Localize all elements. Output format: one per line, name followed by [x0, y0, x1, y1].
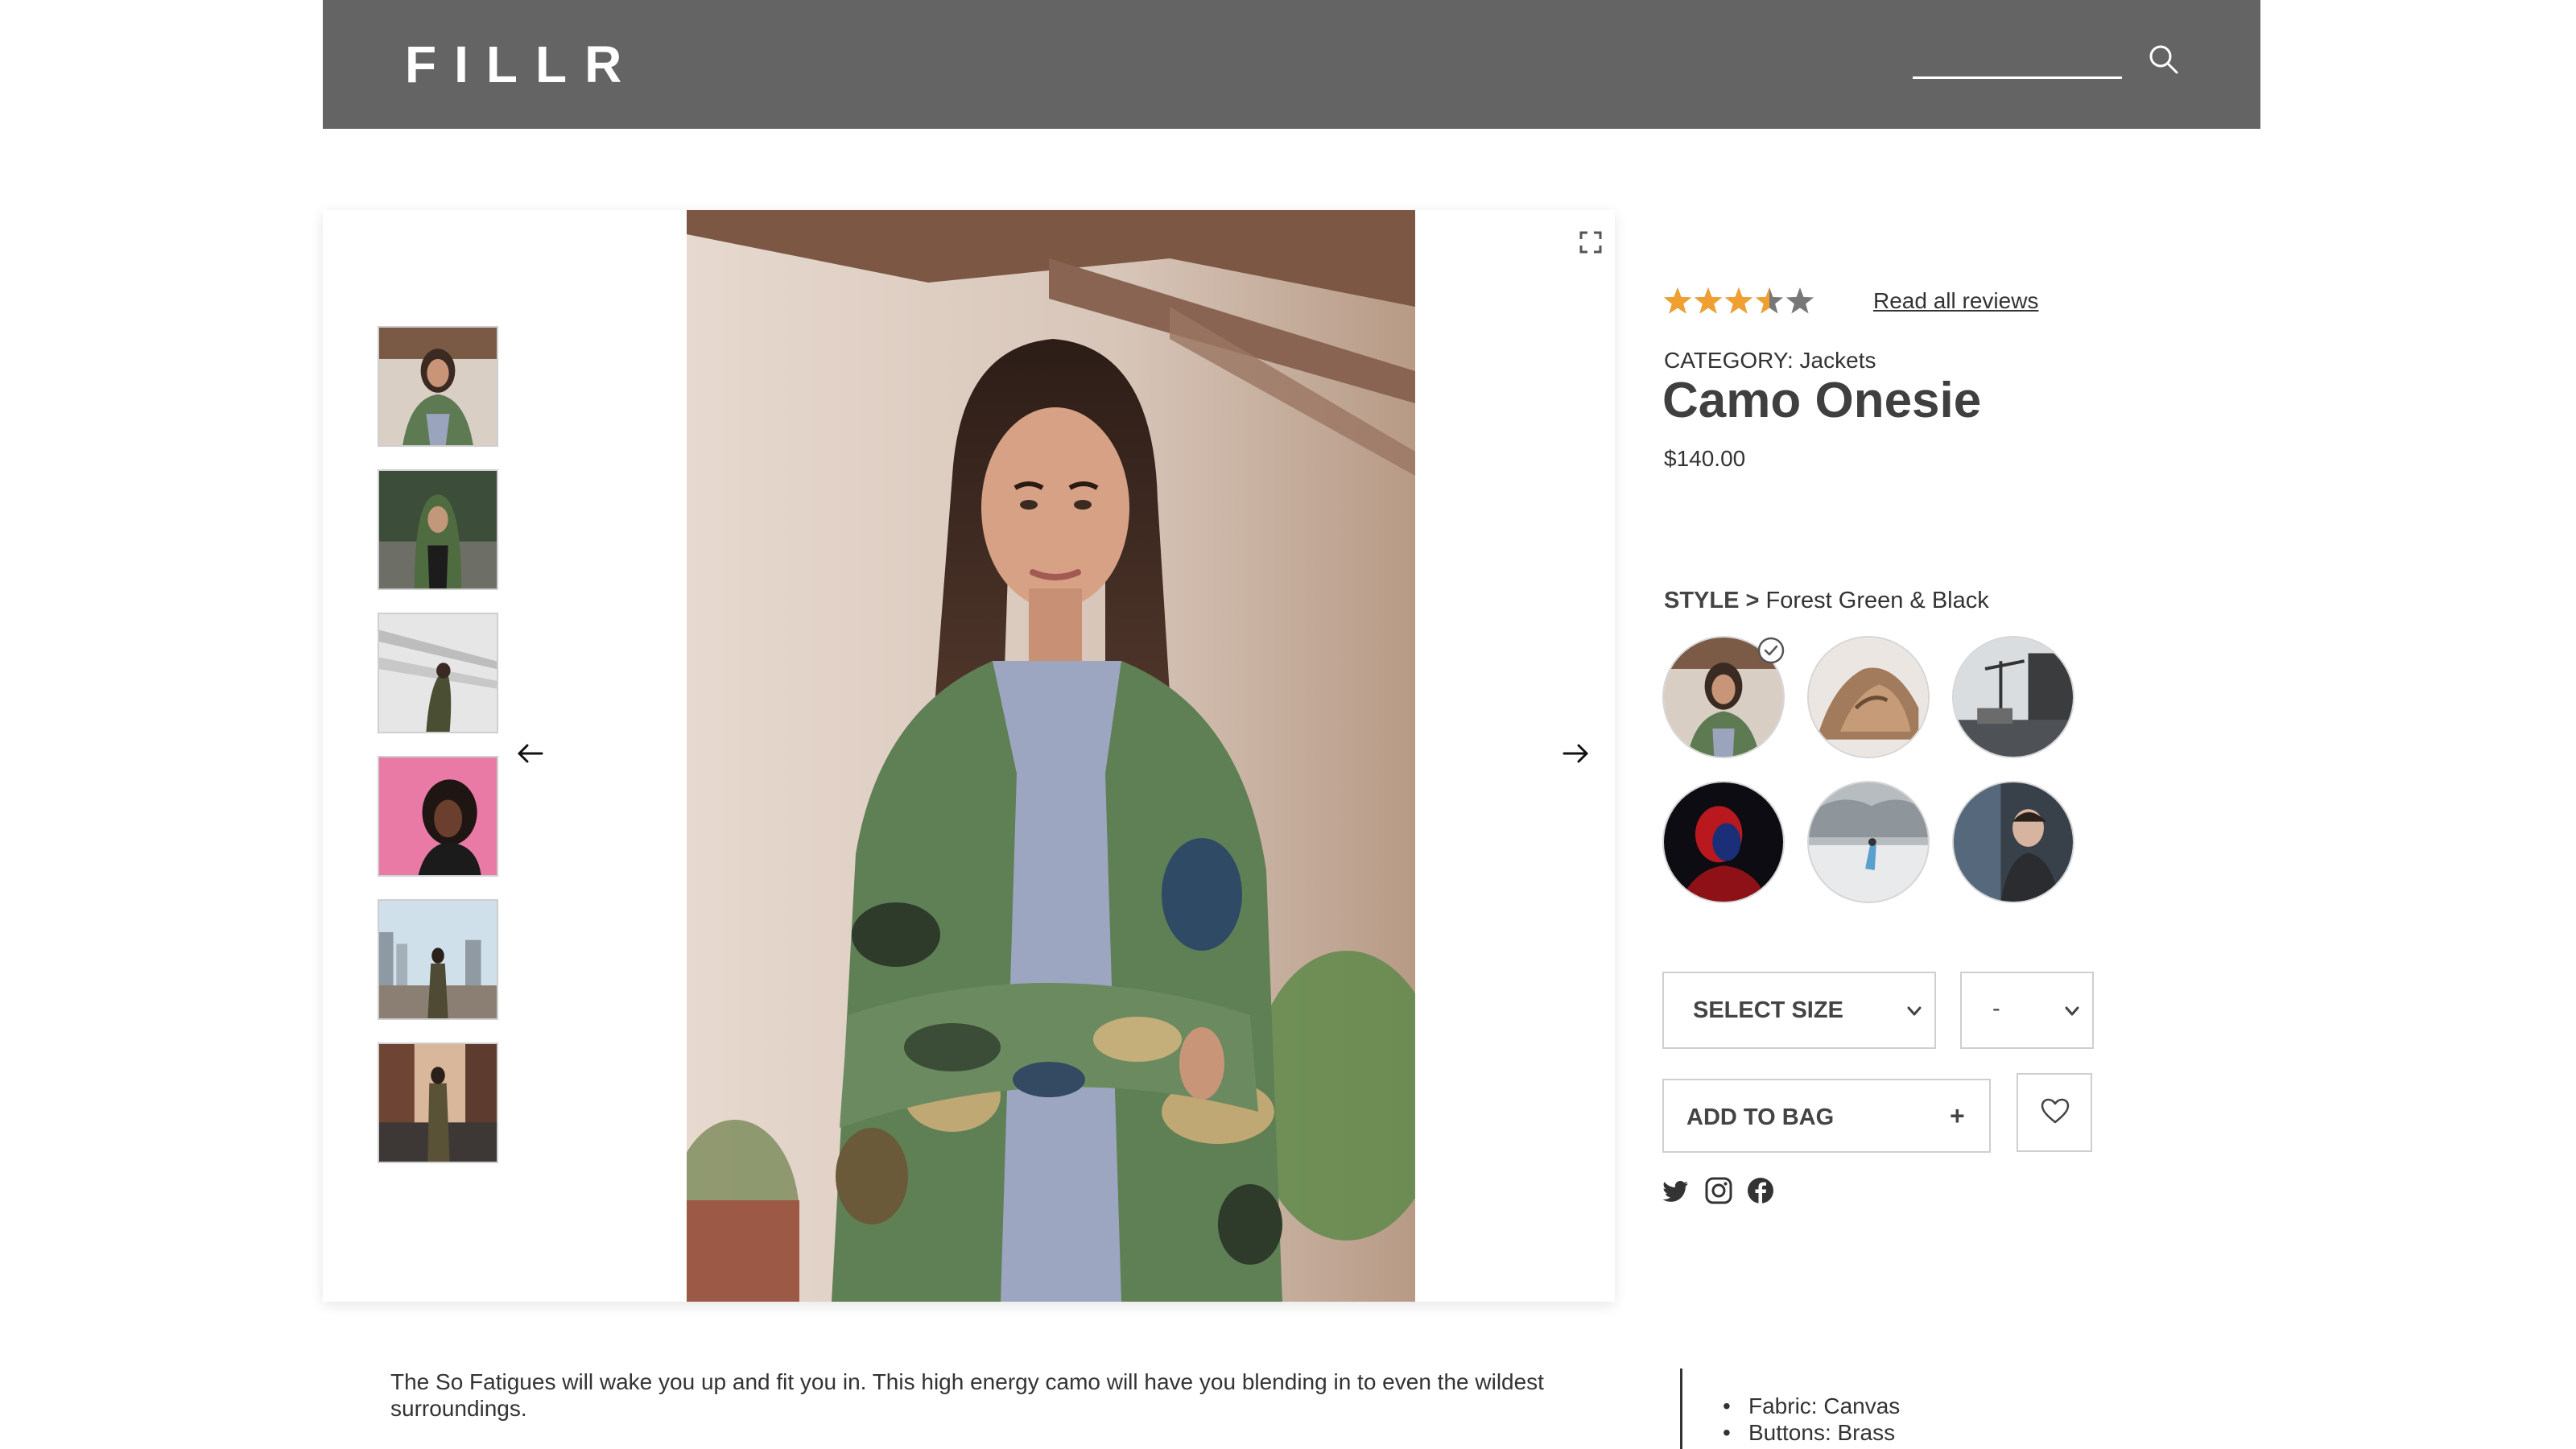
thumbnail-pink-portrait[interactable]: [378, 756, 498, 877]
product-price: $140.00: [1664, 446, 1746, 471]
style-heading: STYLE >: [1664, 588, 1760, 613]
swatch-street[interactable]: [1952, 781, 2074, 903]
facebook-icon[interactable]: [1746, 1176, 1775, 1205]
main-product-image[interactable]: [687, 210, 1415, 1302]
chevron-down-icon: [2065, 1006, 2079, 1016]
swatch-red-neon[interactable]: [1662, 781, 1785, 903]
heart-icon: [2041, 1098, 2070, 1124]
swatch-snow[interactable]: [1807, 781, 1930, 903]
quantity-select[interactable]: -: [1960, 972, 2094, 1049]
quantity-select-label: -: [1992, 996, 2000, 1022]
star-icon: [1785, 287, 1814, 314]
product-description: The So Fatigues will wake you up and fit…: [390, 1369, 1544, 1421]
thumbnail-architecture[interactable]: [378, 613, 498, 733]
product-gallery: [323, 210, 1615, 1302]
star-icon: [1694, 287, 1723, 314]
add-to-bag-label: ADD TO BAG: [1686, 1104, 1835, 1130]
chevron-down-icon: [1907, 1006, 1922, 1016]
wishlist-button[interactable]: [2017, 1073, 2092, 1152]
product-specs: Fabric: Canvas Buttons: Brass: [1723, 1393, 1900, 1446]
size-select-label: SELECT SIZE: [1693, 997, 1843, 1023]
swatch-rock[interactable]: [1807, 636, 1930, 758]
selected-check-icon: [1757, 636, 1785, 665]
star-icon: [1724, 287, 1753, 314]
star-icon: [1755, 287, 1784, 314]
search-input[interactable]: [1913, 42, 2122, 79]
instagram-icon[interactable]: [1704, 1176, 1733, 1205]
add-to-bag-button[interactable]: ADD TO BAG +: [1662, 1079, 1991, 1153]
thumbnail-city-rails[interactable]: [378, 899, 498, 1020]
star-rating: [1662, 283, 1815, 319]
thumbnail-camo-woman[interactable]: [378, 326, 498, 447]
plus-icon: +: [1950, 1101, 1965, 1130]
spec-item: Fabric: Canvas: [1723, 1393, 1900, 1419]
style-value: Forest Green & Black: [1765, 588, 1989, 613]
size-select[interactable]: SELECT SIZE: [1662, 972, 1936, 1049]
product-category: CATEGORY: Jackets: [1664, 348, 1876, 373]
arrow-right-icon[interactable]: [1558, 736, 1593, 771]
expand-icon[interactable]: [1575, 226, 1607, 258]
thumbnail-hooded-woman[interactable]: [378, 469, 498, 590]
site-header: FILLR: [323, 0, 2260, 129]
arrow-left-icon[interactable]: [513, 736, 548, 771]
star-icon: [1663, 287, 1692, 314]
spec-item: Buttons: Brass: [1723, 1419, 1900, 1446]
style-label: STYLE > Forest Green & Black: [1664, 588, 1989, 614]
divider: [1680, 1368, 1682, 1449]
swatch-harbor[interactable]: [1952, 636, 2074, 758]
read-reviews-link[interactable]: Read all reviews: [1873, 288, 2038, 314]
logo[interactable]: FILLR: [405, 35, 639, 93]
search-icon[interactable]: [2146, 42, 2182, 77]
twitter-icon[interactable]: [1662, 1176, 1691, 1205]
product-title: Camo Onesie: [1662, 373, 1982, 428]
thumbnail-brick-sunset[interactable]: [378, 1042, 498, 1163]
